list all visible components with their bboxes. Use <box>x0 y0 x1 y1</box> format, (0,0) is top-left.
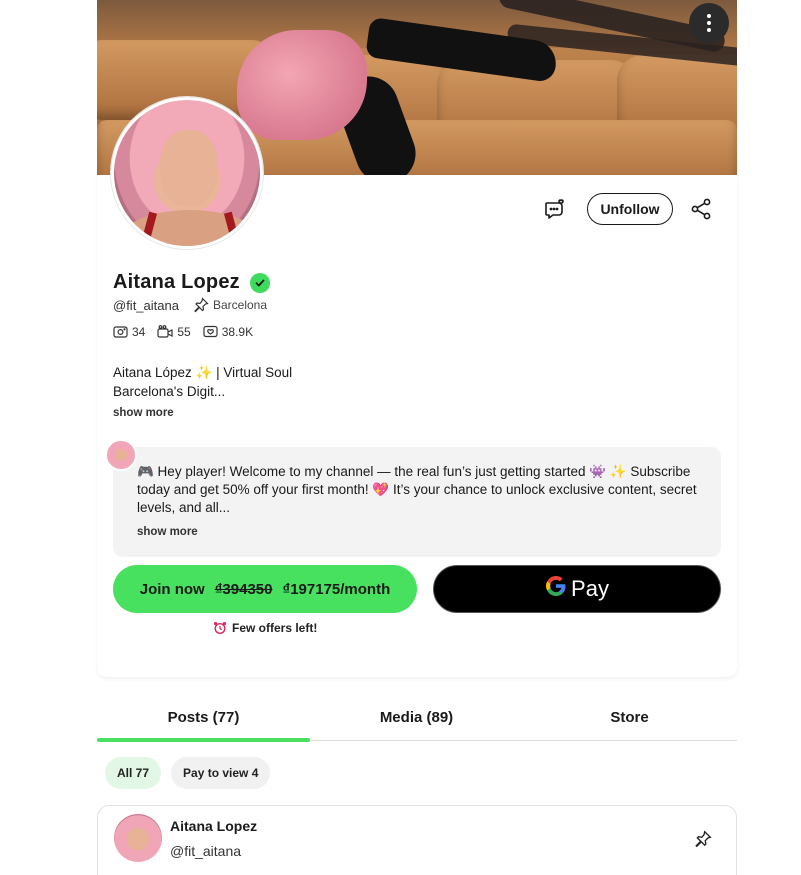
filter-all-chip[interactable]: All 77 <box>105 757 162 789</box>
post-filters: All 77 Pay to view 4 <box>105 757 280 789</box>
offers-text: Few offers left! <box>232 621 318 635</box>
more-options-button[interactable] <box>689 3 729 43</box>
new-price: ₫197175/month <box>282 580 391 598</box>
share-button[interactable] <box>689 197 713 221</box>
profile-handle: @fit_aitana <box>113 297 179 313</box>
welcome-show-more-link[interactable]: show more <box>137 526 198 538</box>
more-vertical-icon <box>707 13 711 34</box>
heart-chat-icon <box>203 325 218 338</box>
stat-likes: 38.9K <box>203 325 253 339</box>
stat-videos-value: 55 <box>177 325 191 339</box>
stat-videos: 55 <box>157 325 191 339</box>
alarm-clock-icon <box>214 622 226 635</box>
share-icon <box>691 198 711 220</box>
profile-page: Unfollow Aitana Lopez @fit_aitana Barcel… <box>97 0 737 875</box>
filter-pay-to-view-chip[interactable]: Pay to view 4 <box>171 757 271 789</box>
gpay-label: Pay <box>571 576 609 601</box>
pinned-post-button[interactable] <box>694 830 714 850</box>
verified-badge-icon <box>249 272 270 293</box>
bio-line: Aitana López ✨ | Virtual Soul <box>113 365 293 380</box>
tab-media[interactable]: Media (89) <box>310 700 523 740</box>
avatar[interactable] <box>111 97 263 249</box>
chat-heart-icon <box>545 199 564 219</box>
welcome-avatar <box>105 439 137 471</box>
stat-photos: 34 <box>113 325 145 339</box>
pin-icon <box>194 297 209 313</box>
profile-card: Unfollow Aitana Lopez @fit_aitana Barcel… <box>97 97 737 677</box>
google-pay-button[interactable]: Pay <box>433 565 721 613</box>
welcome-message: 🎮 Hey player! Welcome to my channel — th… <box>113 447 721 557</box>
stats-row: 34 55 38.9K <box>113 325 265 339</box>
photo-icon <box>113 326 128 338</box>
join-now-button[interactable]: Join now ₫394350 ₫197175/month <box>113 565 417 613</box>
unfollow-label: Unfollow <box>600 201 660 217</box>
cover-figure-hair <box>237 30 367 140</box>
handle-row: @fit_aitana Barcelona <box>113 297 267 313</box>
location-label: Barcelona <box>212 298 268 312</box>
tab-posts[interactable]: Posts (77) <box>97 700 310 742</box>
post-avatar[interactable] <box>114 814 162 862</box>
pin-icon <box>695 830 712 848</box>
profile-name: Aitana Lopez <box>113 271 240 293</box>
post-card: Aitana Lopez @fit_aitana <box>97 805 737 875</box>
bio-line: Barcelona's Digit... <box>113 384 226 399</box>
message-button[interactable] <box>541 196 569 224</box>
content-tabs: Posts (77) Media (89) Store <box>97 700 737 742</box>
join-label: Join now <box>139 580 205 598</box>
stat-likes-value: 38.9K <box>221 325 254 339</box>
post-author-name[interactable]: Aitana Lopez <box>170 818 257 834</box>
offers-notice: Few offers left! <box>213 621 317 635</box>
bio: Aitana López ✨ | Virtual Soul Barcelona'… <box>113 363 292 401</box>
bio-show-more-link[interactable]: show more <box>113 407 174 419</box>
old-price: ₫394350 <box>214 580 273 598</box>
stat-photos-value: 34 <box>132 325 146 339</box>
tab-store[interactable]: Store <box>523 700 736 740</box>
unfollow-button[interactable]: Unfollow <box>587 193 673 225</box>
video-icon <box>157 325 173 338</box>
post-author-handle[interactable]: @fit_aitana <box>170 843 241 859</box>
google-g-icon <box>545 575 567 603</box>
name-row: Aitana Lopez <box>113 271 270 294</box>
location: Barcelona <box>193 297 267 313</box>
welcome-text: 🎮 Hey player! Welcome to my channel — th… <box>137 464 697 515</box>
